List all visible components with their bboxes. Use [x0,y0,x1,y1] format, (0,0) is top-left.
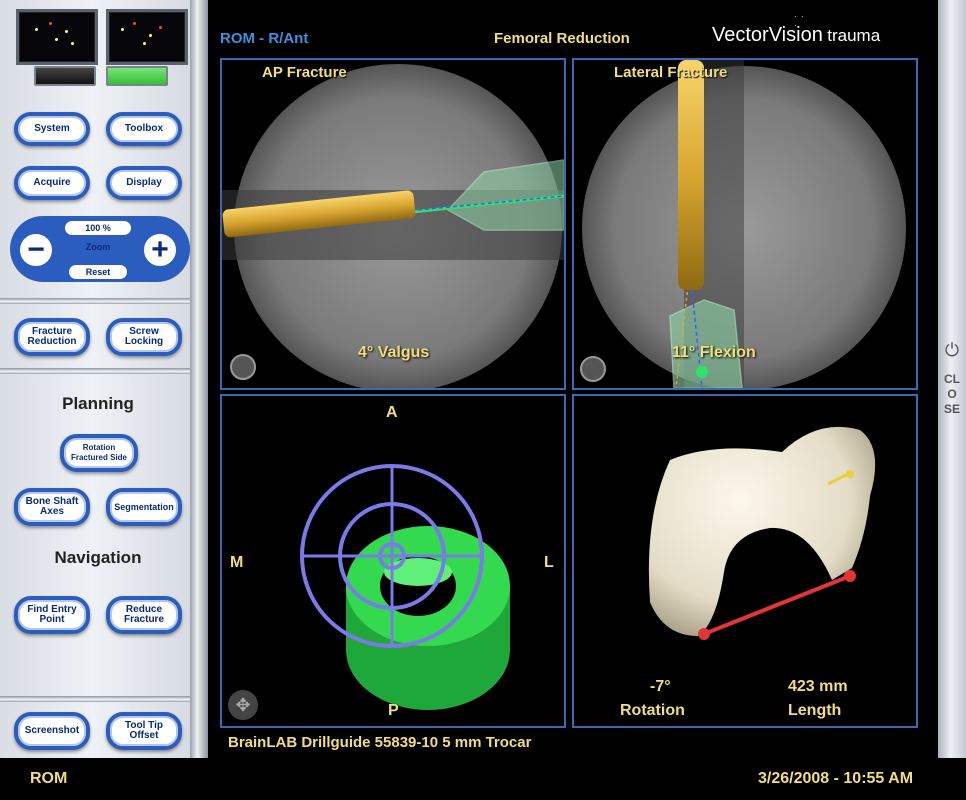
rotation-value: -7° [650,678,671,695]
contrast-icon[interactable] [580,356,606,382]
display-button[interactable]: Display [106,166,182,200]
footer-mode: ROM [30,770,68,787]
acquire-button[interactable]: Acquire [14,166,90,200]
contrast-icon[interactable] [230,354,256,380]
fracture-reduction-button[interactable]: Fracture Reduction [14,318,90,356]
footer-datetime: 3/26/2008 - 10:55 AM [758,770,914,787]
rotation-target-graphic [300,464,510,710]
system-button[interactable]: System [14,112,90,146]
length-label: Length [788,702,842,719]
tool-tip-offset-button[interactable]: Tool Tip Offset [106,712,182,750]
planning-heading: Planning [62,394,134,413]
axial-rotation-view[interactable]: A P M L ✥ [220,394,566,728]
screw-locking-button[interactable]: Screw Locking [106,318,182,356]
brand-sub: trauma [827,26,881,45]
thumbnail-view-1[interactable] [16,9,98,65]
rotation-fractured-side-button[interactable]: Rotation Fractured Side [60,434,138,472]
brand-logo: VectorVision trauma · · · [712,12,881,47]
logo-dots-icon: · · · [794,12,805,30]
brand-main: VectorVision [712,24,823,46]
app-window: System Toolbox Acquire Display − + 100 %… [0,0,966,800]
navigation-heading: Navigation [54,548,142,567]
toolbox-button[interactable]: Toolbox [106,112,182,146]
ap-fluoro-image [222,64,564,388]
length-value: 423 mm [788,678,848,695]
thumbnail-view-2[interactable] [106,9,188,65]
rotation-label: Rotation [620,702,685,719]
zoom-reset-button[interactable]: Reset [66,262,130,282]
minus-icon: − [27,233,45,266]
move-icon[interactable]: ✥ [228,690,258,720]
divider [0,696,206,702]
close-button[interactable]: CLOSE [944,372,960,417]
left-panel-edge [190,0,208,758]
status-bar: ROM 3/26/2008 - 10:55 AM [0,758,966,800]
mode-title: ROM - R/Ant [220,30,309,47]
reduce-fracture-button[interactable]: Reduce Fracture [106,596,182,634]
lateral-label: L [544,554,554,571]
screenshot-button[interactable]: Screenshot [14,712,90,750]
ap-valgus-reading: 4° Valgus [358,344,430,361]
medial-label: M [230,554,244,571]
left-toolbar: System Toolbox Acquire Display − + 100 %… [0,0,206,758]
femur-3d-model [648,426,876,640]
plus-icon: + [151,233,169,266]
divider [0,368,206,374]
ap-view-label: AP Fracture [262,64,347,81]
lateral-view-label: Lateral Fracture [614,64,728,81]
lateral-flexion-reading: 11° Flexion [672,344,756,361]
divider [0,298,206,304]
segmentation-button[interactable]: Segmentation [106,488,182,526]
status-indicator-on [106,66,168,86]
zoom-value: 100 % [62,218,134,238]
bone-shaft-axes-button[interactable]: Bone Shaft Axes [14,488,90,526]
lateral-fluoro-image [582,60,906,388]
instrument-label: BrainLAB Drillguide 55839-10 5 mm Trocar [228,734,532,751]
zoom-in-button[interactable]: + [140,230,180,270]
posterior-label: P [388,702,399,719]
step-title: Femoral Reduction [494,30,630,47]
bone-model-view[interactable]: -7° Rotation 423 mm Length [572,394,918,728]
lateral-fracture-view[interactable]: Lateral Fracture 11° Flexion [572,58,918,390]
ap-fracture-view[interactable]: AP Fracture 4° Valgus [220,58,566,390]
zoom-label: Zoom [85,242,111,252]
status-indicator-off [34,66,96,86]
right-close-bar[interactable]: ⏻ CLOSE [938,0,966,758]
power-icon[interactable]: ⏻ [942,340,962,361]
zoom-out-button[interactable]: − [16,230,56,270]
find-entry-point-button[interactable]: Find Entry Point [14,596,90,634]
anterior-label: A [386,404,398,421]
